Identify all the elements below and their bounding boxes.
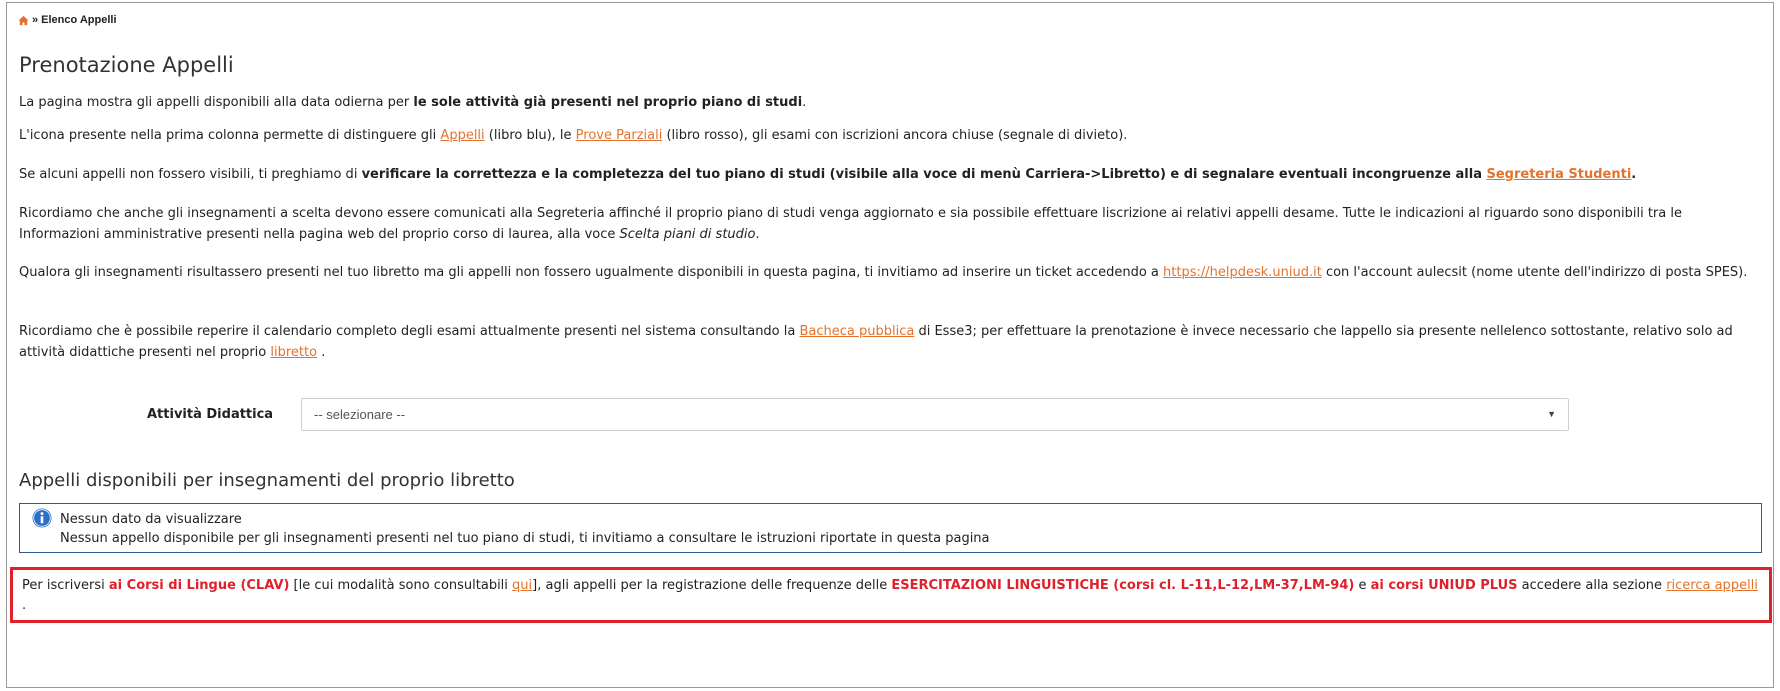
notice-text-2: [le cui modalità sono consultabili (289, 578, 513, 593)
elective-paragraph: Ricordiamo che anche gli insegnamenti a … (19, 203, 1759, 245)
breadcrumb-current: Elenco Appelli (41, 14, 117, 26)
icon-legend-paragraph: L'icona presente nella prima colonna per… (19, 125, 1759, 146)
notice-text: Per iscriversi ai Corsi di Lingue (CLAV)… (22, 576, 1762, 616)
info-title: Nessun dato da visualizzare (60, 512, 242, 527)
intro-paragraph: La pagina mostra gli appelli disponibili… (19, 92, 1759, 113)
breadcrumb: » Elenco Appelli (18, 14, 117, 26)
intro-text: La pagina mostra gli appelli disponibili… (19, 95, 414, 110)
prove-parziali-link[interactable]: Prove Parziali (576, 128, 663, 143)
helpdesk-text-2: con l'account aulecsit (nome utente dell… (1321, 265, 1748, 280)
main-content: » Elenco Appelli Prenotazione Appelli La… (6, 2, 1774, 688)
info-icon (32, 508, 52, 528)
qui-link[interactable]: qui (512, 578, 532, 593)
select-value: -- selezionare -- (314, 407, 406, 422)
bacheca-pubblica-link[interactable]: Bacheca pubblica (799, 324, 914, 339)
helpdesk-paragraph: Qualora gli insegnamenti risultassero pr… (19, 262, 1759, 283)
verify-text: Se alcuni appelli non fossero visibili, … (19, 167, 362, 182)
notice-uniud-plus: ai corsi UNIUD PLUS (1370, 578, 1518, 593)
notice-clav: ai Corsi di Lingue (CLAV) (108, 578, 290, 593)
notice-esercitazioni: ESERCITAZIONI LINGUISTICHE (corsi cl. L-… (891, 578, 1355, 593)
notice-text-5: accedere alla sezione (1517, 578, 1667, 593)
ricerca-appelli-link[interactable]: ricerca appelli (1666, 578, 1758, 593)
legend-text-3: (libro rosso), gli esami con iscrizioni … (662, 128, 1128, 143)
bacheca-text-1: Ricordiamo che è possibile reperire il c… (19, 324, 800, 339)
elective-end: . (755, 227, 760, 242)
attivita-didattica-select[interactable]: -- selezionare -- ▼ (301, 398, 1569, 431)
page-title: Prenotazione Appelli (19, 53, 234, 77)
legend-text-1: L'icona presente nella prima colonna per… (19, 128, 441, 143)
helpdesk-link[interactable]: https://helpdesk.uniud.it (1163, 265, 1322, 280)
intro-bold: le sole attività già presenti nel propri… (413, 95, 803, 110)
elective-italic: Scelta piani di studio (619, 227, 756, 242)
libretto-link[interactable]: libretto (270, 345, 317, 360)
info-message: Nessun dato da visualizzare Nessun appel… (19, 503, 1762, 553)
language-courses-notice: Per iscriversi ai Corsi di Lingue (CLAV)… (10, 567, 1772, 623)
notice-text-4: e (1354, 578, 1371, 593)
breadcrumb-separator: » (32, 14, 39, 26)
home-icon[interactable] (18, 15, 29, 26)
notice-text-3: ], agli appelli per la registrazione del… (532, 578, 892, 593)
verify-bold: verificare la correttezza e la completez… (361, 167, 1487, 182)
notice-text-1: Per iscriversi (22, 578, 109, 593)
notice-end: . (22, 598, 27, 613)
intro-end: . (802, 95, 807, 110)
bacheca-paragraph: Ricordiamo che è possibile reperire il c… (19, 321, 1759, 363)
bacheca-end: . (317, 345, 326, 360)
legend-text-2: (libro blu), le (484, 128, 576, 143)
verify-end: . (1631, 167, 1637, 182)
chevron-down-icon: ▼ (1547, 409, 1556, 419)
segreteria-studenti-link[interactable]: Segreteria Studenti (1487, 167, 1632, 182)
attivita-didattica-label: Attività Didattica (147, 407, 274, 422)
activity-filter-row: Attività Didattica -- selezionare -- ▼ (19, 398, 1759, 432)
appelli-link[interactable]: Appelli (440, 128, 484, 143)
helpdesk-text-1: Qualora gli insegnamenti risultassero pr… (19, 265, 1164, 280)
elective-text: Ricordiamo che anche gli insegnamenti a … (19, 206, 1682, 242)
verify-paragraph: Se alcuni appelli non fossero visibili, … (19, 164, 1759, 185)
section-title: Appelli disponibili per insegnamenti del… (19, 470, 515, 491)
info-detail: Nessun appello disponibile per gli inseg… (60, 531, 990, 546)
